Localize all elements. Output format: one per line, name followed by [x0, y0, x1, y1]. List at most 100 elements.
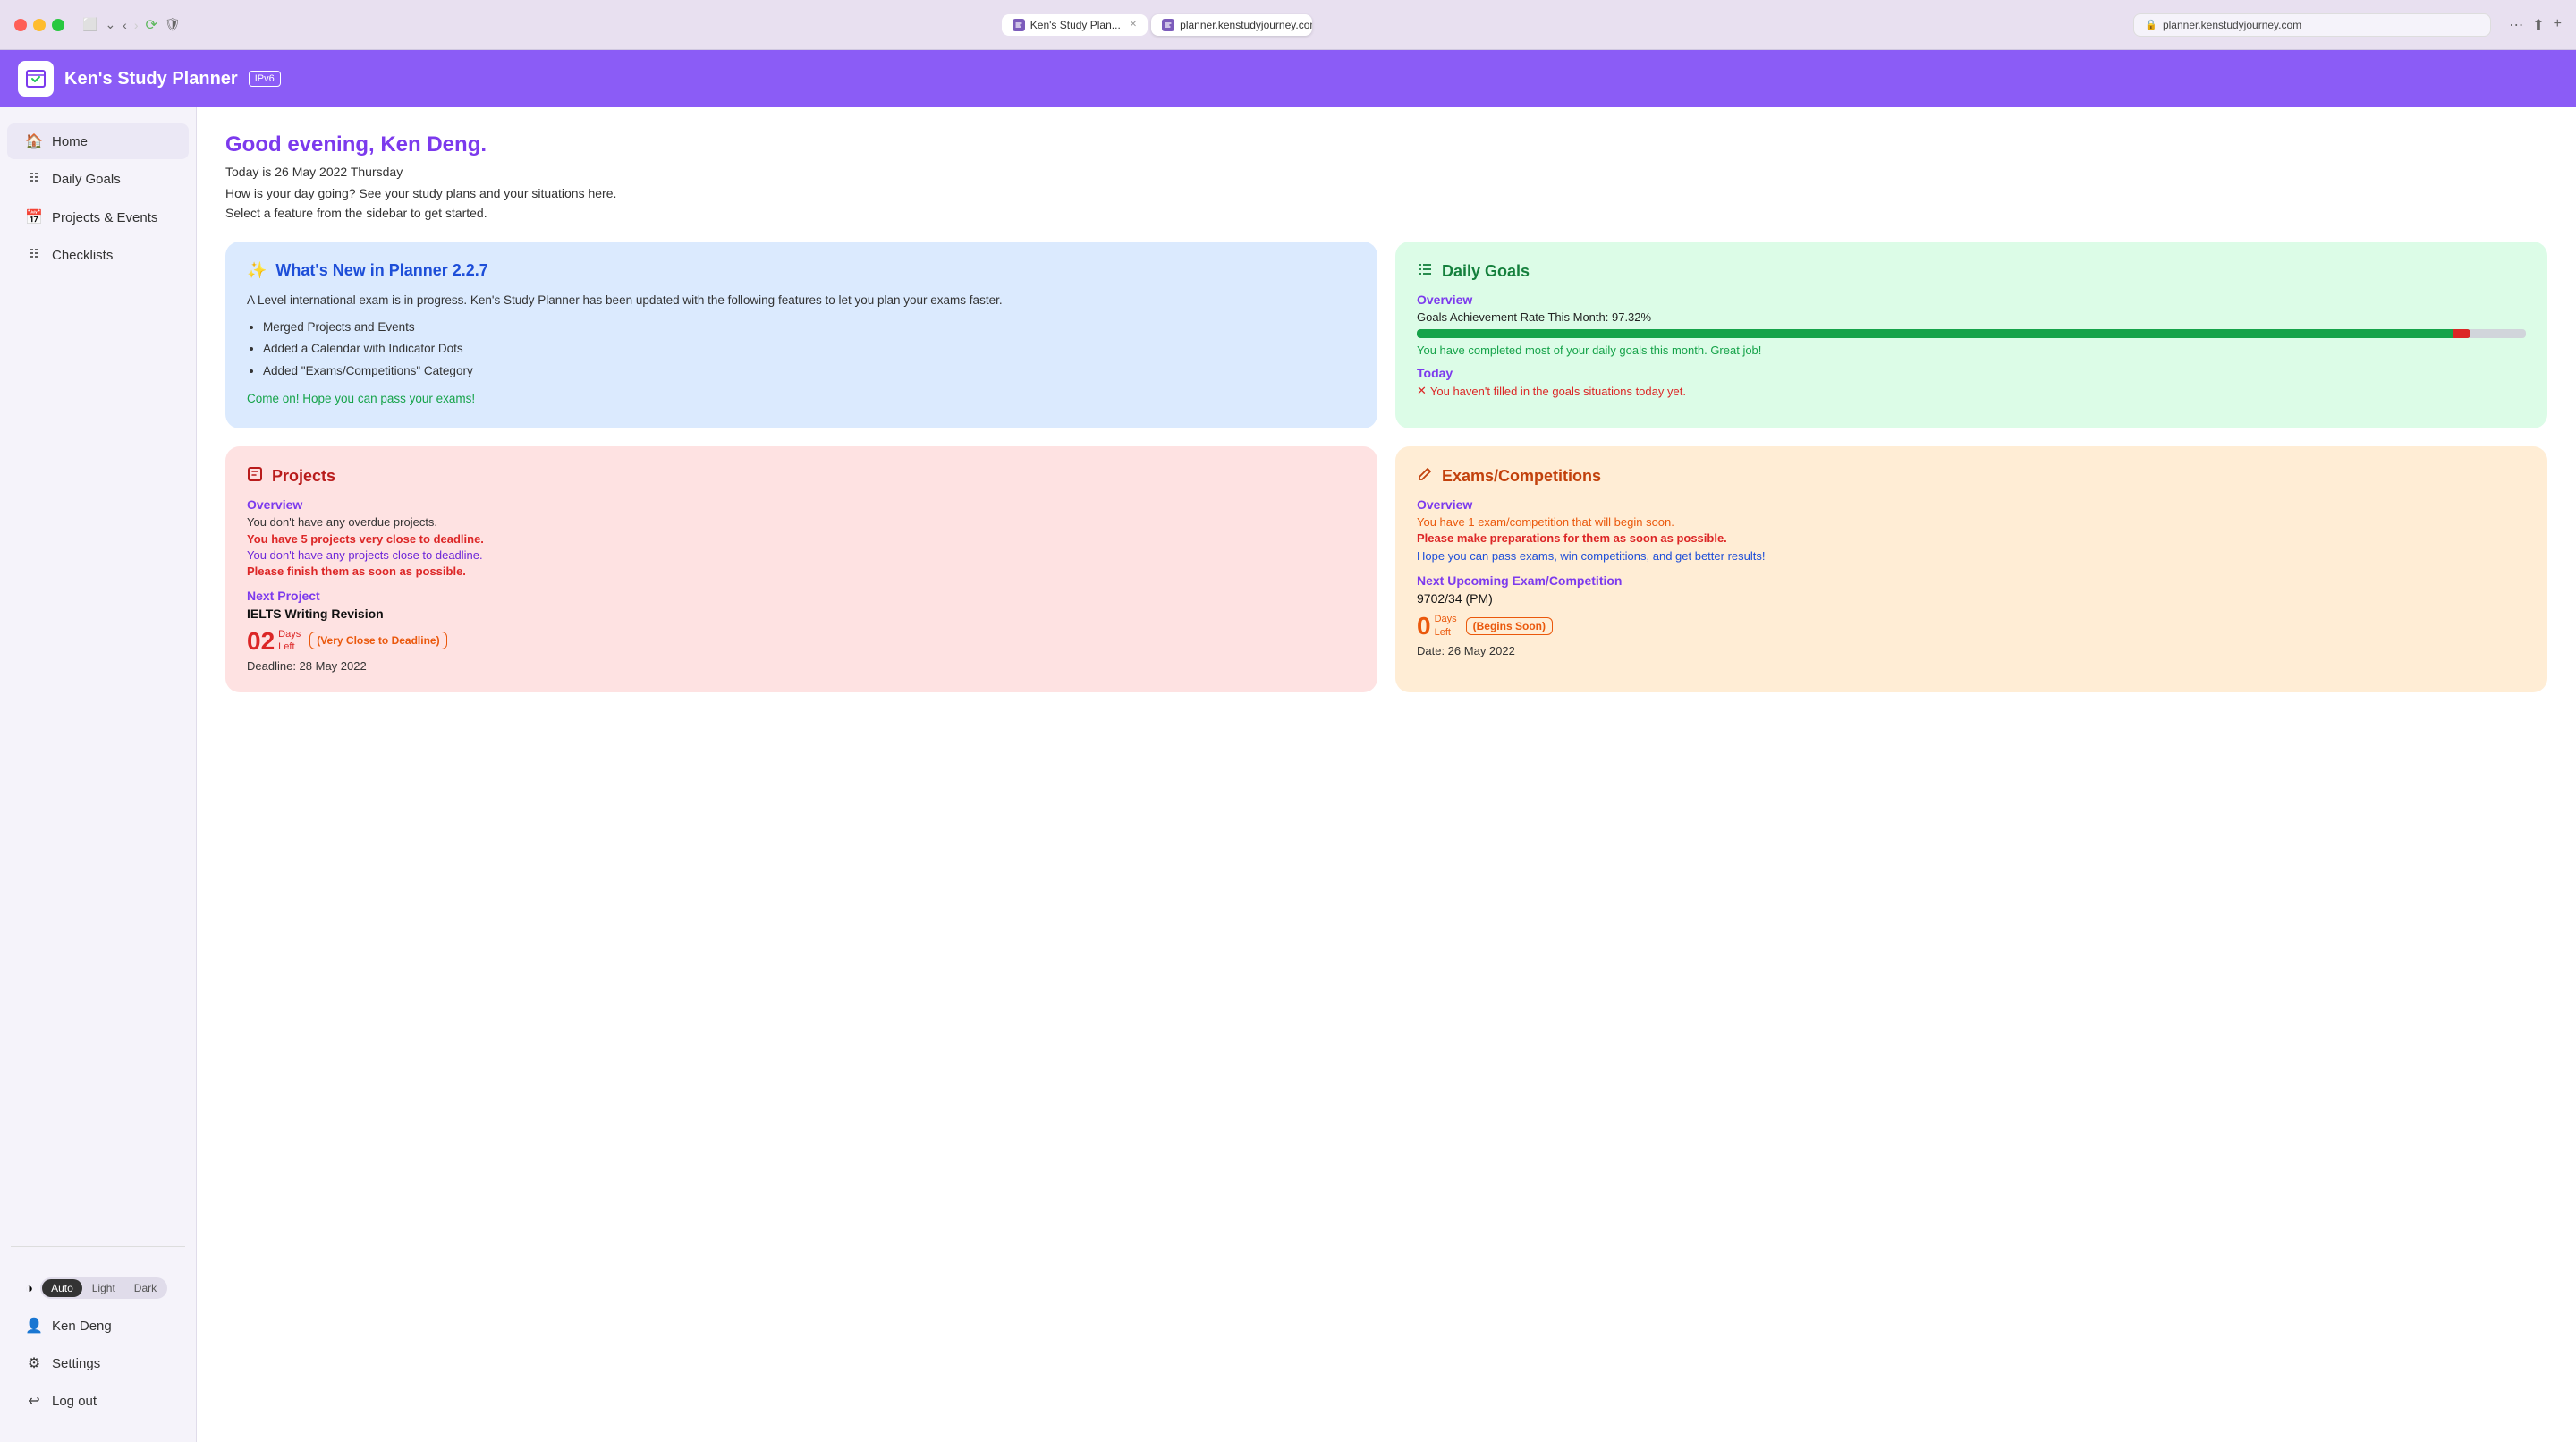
share-icon[interactable]: ⬆ [2532, 16, 2544, 34]
feature-3: Added "Exams/Competitions" Category [263, 361, 1356, 381]
list-icon [25, 170, 43, 189]
exam-date: Date: 26 May 2022 [1417, 644, 2526, 657]
date-line: Today is 26 May 2022 Thursday [225, 165, 2547, 179]
more-icon[interactable]: ⋯ [2509, 16, 2523, 34]
daily-goals-today-label: Today [1417, 366, 2526, 380]
greeting: Good evening, Ken Deng. [225, 132, 2547, 157]
back-icon[interactable]: ‹ [123, 18, 127, 32]
sidebar-logout-label: Log out [52, 1394, 97, 1409]
minimize-button[interactable] [33, 19, 46, 31]
theme-light[interactable]: Light [83, 1279, 124, 1297]
app-body: 🏠 Home Daily Goals 📅 Projects & Events C… [0, 107, 2576, 1442]
app-logo [18, 61, 54, 97]
next-project-label: Next Project [247, 589, 1356, 603]
project-name: IELTS Writing Revision [247, 606, 1356, 621]
card-whats-new: ✨ What's New in Planner 2.2.7 A Level in… [225, 242, 1377, 428]
sidebar: 🏠 Home Daily Goals 📅 Projects & Events C… [0, 107, 197, 1442]
today-unfilled-msg: ✕ You haven't filled in the goals situat… [1417, 384, 2526, 398]
logout-icon: ↩ [25, 1392, 43, 1410]
projects-warning2: You don't have any projects close to dea… [247, 548, 1356, 562]
days-num: 02 [247, 629, 275, 654]
exam-name: 9702/34 (PM) [1417, 591, 2526, 606]
checklist-icon [25, 246, 43, 265]
close-button[interactable] [14, 19, 27, 31]
daily-goals-title-text: Daily Goals [1442, 262, 1530, 281]
gear-icon: ⚙ [25, 1354, 43, 1372]
exam-days-row: 0 Days Left (Begins Soon) [1417, 613, 2526, 639]
exam-begins-badge: (Begins Soon) [1466, 617, 1553, 635]
projects-overview-label: Overview [247, 497, 1356, 512]
browser-controls: ⬜ ⌄ ‹ › ⟳ 🛡 [82, 16, 181, 34]
sidebar-item-user[interactable]: 👤 Ken Deng [7, 1308, 189, 1344]
tab-planner[interactable]: planner.kenstudyjourney.com ✕ [1151, 14, 1312, 36]
whats-new-title-text: What's New in Planner 2.2.7 [275, 261, 487, 280]
goals-achievement-msg: You have completed most of your daily go… [1417, 344, 2526, 357]
home-icon: 🏠 [25, 132, 43, 150]
exam-hope: Hope you can pass exams, win competition… [1417, 547, 2526, 565]
whats-new-features: Merged Projects and Events Added a Calen… [263, 318, 1356, 381]
today-unfilled-text: You haven't filled in the goals situatio… [1430, 385, 1686, 398]
theme-icon: ◑ [25, 1281, 33, 1296]
tab-planner-icon [1162, 19, 1174, 31]
new-tab-icon[interactable]: + [2554, 16, 2562, 34]
sidebar-item-projects-label: Projects & Events [52, 210, 157, 225]
forward-icon: › [134, 18, 139, 32]
traffic-lights [14, 19, 64, 31]
progress-bar [1417, 329, 2526, 338]
exams-title-text: Exams/Competitions [1442, 467, 1601, 486]
exam-days-text1: Days [1435, 614, 1457, 624]
select-text: Select a feature from the sidebar to get… [225, 206, 2547, 220]
sidebar-toggle-icon[interactable]: ⬜ [82, 17, 97, 32]
whats-new-desc: A Level international exam is in progres… [247, 291, 1356, 310]
next-exam-label: Next Upcoming Exam/Competition [1417, 573, 2526, 588]
sidebar-item-projects[interactable]: 📅 Projects & Events [7, 199, 189, 235]
sidebar-item-logout[interactable]: ↩ Log out [7, 1383, 189, 1419]
tab-study-icon [1013, 19, 1025, 31]
exam-warning2: Please make preparations for them as soo… [1417, 531, 2526, 545]
theme-dark[interactable]: Dark [125, 1279, 165, 1297]
exam-warning1: You have 1 exam/competition that will be… [1417, 515, 2526, 529]
sidebar-item-settings[interactable]: ⚙ Settings [7, 1345, 189, 1381]
refresh-icon[interactable]: ⟳ [146, 16, 157, 34]
shield-icon: 🛡 [165, 17, 181, 32]
card-exams: Exams/Competitions Overview You have 1 e… [1395, 446, 2547, 692]
deadline-date: Deadline: 28 May 2022 [247, 659, 1356, 673]
projects-box-icon [247, 466, 263, 487]
sidebar-item-daily-goals[interactable]: Daily Goals [7, 161, 189, 198]
maximize-button[interactable] [52, 19, 64, 31]
deadline-row: 02 Days Left (Very Close to Deadline) [247, 628, 1356, 654]
days-text1: Days [278, 629, 301, 640]
main-content: Good evening, Ken Deng. Today is 26 May … [197, 107, 2576, 1442]
sidebar-item-checklists-label: Checklists [52, 248, 113, 263]
exam-days-text2: Left [1435, 627, 1451, 638]
no-overdue-text: You don't have any overdue projects. [247, 515, 1356, 529]
sidebar-user-label: Ken Deng [52, 1319, 112, 1334]
exam-days-left-block: 0 Days Left [1417, 613, 1457, 639]
sidebar-item-home[interactable]: 🏠 Home [7, 123, 189, 159]
pencil-edit-icon [1417, 466, 1433, 487]
sparkles-icon: ✨ [247, 261, 267, 280]
tab1-close-icon[interactable]: ✕ [1130, 20, 1137, 30]
feature-2: Added a Calendar with Indicator Dots [263, 339, 1356, 359]
feature-1: Merged Projects and Events [263, 318, 1356, 337]
days-text2: Left [278, 641, 294, 652]
sidebar-item-checklists[interactable]: Checklists [7, 237, 189, 274]
chevron-down-icon[interactable]: ⌄ [105, 17, 115, 32]
days-label: Days Left [278, 628, 301, 654]
ipv6-badge: IPv6 [249, 71, 281, 87]
goals-achievement-text: Goals Achievement Rate This Month: 97.32… [1417, 310, 2526, 324]
welcome-text: How is your day going? See your study pl… [225, 186, 2547, 200]
theme-auto[interactable]: Auto [42, 1279, 82, 1297]
exams-title: Exams/Competitions [1417, 466, 2526, 487]
projects-title: Projects [247, 466, 1356, 487]
goals-list-icon [1417, 261, 1433, 282]
tab-bar: Ken's Study Plan... ✕ planner.kenstudyjo… [191, 14, 2123, 36]
sidebar-bottom: ◑ Auto Light Dark 👤 Ken Deng ⚙ Settings … [0, 1261, 196, 1428]
deadline-badge: (Very Close to Deadline) [309, 632, 446, 649]
tab-study-plan[interactable]: Ken's Study Plan... ✕ [1002, 14, 1148, 36]
address-bar[interactable]: 🔒 planner.kenstudyjourney.com [2133, 13, 2491, 37]
address-text: planner.kenstudyjourney.com [2163, 19, 2301, 31]
calendar-icon: 📅 [25, 208, 43, 226]
sidebar-nav: 🏠 Home Daily Goals 📅 Projects & Events C… [0, 122, 196, 1232]
whats-new-body: A Level international exam is in progres… [247, 291, 1356, 409]
